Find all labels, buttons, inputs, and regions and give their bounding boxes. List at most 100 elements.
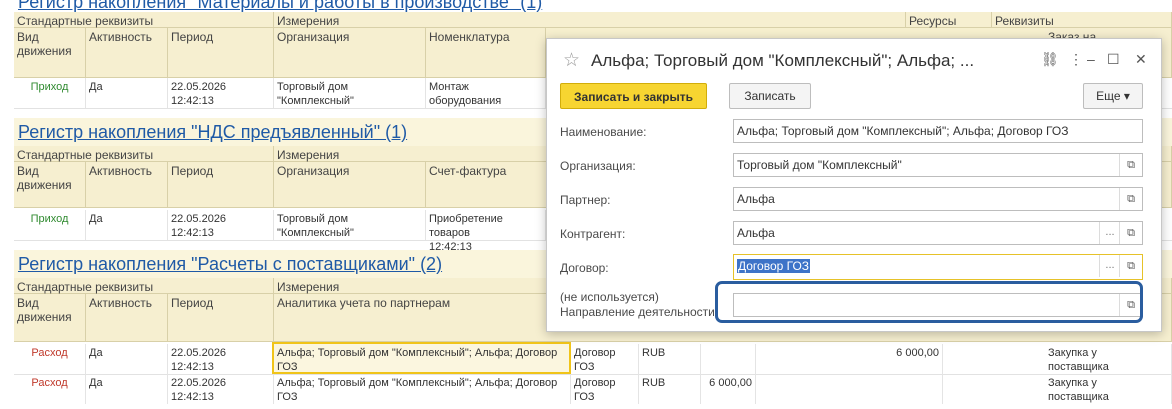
open-icon[interactable]: ⧉: [1119, 222, 1142, 244]
col-period: Период: [168, 28, 274, 78]
row-amount: [701, 344, 756, 374]
purpose-line1: Закупка у: [1048, 347, 1097, 359]
partner-field[interactable]: Альфа ⧉: [733, 187, 1143, 211]
partner-label: Партнер:: [560, 193, 611, 207]
row-currency: RUB: [639, 374, 701, 404]
row-time: 12:42:13: [171, 227, 214, 239]
row-active: Да: [86, 210, 168, 240]
row-kind: Приход: [14, 78, 86, 108]
select-dots-icon[interactable]: ...: [1099, 222, 1120, 244]
org-line1: Торговый дом: [277, 213, 349, 225]
row-active: Да: [86, 374, 168, 404]
favorite-star-icon[interactable]: ☆: [563, 49, 580, 72]
row-invoice: Приобретение товаров 12:42:13: [426, 210, 546, 253]
analytics-line2: ГОЗ: [277, 391, 298, 403]
name-field[interactable]: Альфа; Торговый дом "Комплексный"; Альфа…: [733, 119, 1143, 143]
open-icon[interactable]: ⧉: [1119, 255, 1142, 277]
minimize-icon[interactable]: –: [1087, 51, 1095, 67]
row-kind: Расход: [14, 374, 86, 404]
highlight-outline: [715, 281, 1143, 323]
group-standard: Стандартные реквизиты: [14, 12, 274, 28]
row-kind: Расход: [14, 344, 86, 374]
item-line2: оборудования: [429, 95, 502, 107]
name-label: Наименование:: [560, 125, 647, 139]
dialog-title: Альфа; Торговый дом "Комплексный"; Альфа…: [591, 51, 975, 70]
save-and-close-button[interactable]: Записать и закрыть: [560, 83, 707, 109]
register-title-suppliers[interactable]: Регистр накопления "Расчеты с поставщика…: [18, 254, 442, 275]
maximize-icon[interactable]: ☐: [1107, 51, 1120, 68]
col-period: Период: [168, 162, 274, 208]
select-dots-icon[interactable]: ...: [1099, 255, 1120, 277]
org-line2: "Комплексный": [277, 95, 354, 107]
link-icon[interactable]: ⛓: [1041, 51, 1059, 68]
register-title-vat[interactable]: Регистр накопления "НДС предъявленный" (…: [18, 122, 407, 143]
row-period: 22.05.2026 12:42:13: [168, 210, 274, 240]
row-time: 12:42:13: [171, 391, 214, 403]
row-date: 22.05.2026: [171, 377, 227, 389]
row-time: 12:42:13: [171, 95, 214, 107]
col-activity: Активность: [86, 294, 168, 342]
row-contract: Договор ГОЗ: [571, 344, 639, 374]
group-dimensions: Измерения: [274, 12, 906, 28]
row-amount: 6 000,00: [701, 374, 756, 404]
more-label: Еще: [1096, 89, 1121, 103]
save-button[interactable]: Записать: [729, 83, 811, 109]
row-time: 12:42:13: [171, 361, 214, 373]
group-standard: Стандартные реквизиты: [14, 278, 274, 294]
row-amount-2: 6 000,00: [756, 344, 943, 374]
more-button[interactable]: Еще ▾: [1083, 83, 1143, 109]
row-contract: Договор ГОЗ: [571, 374, 639, 404]
close-icon[interactable]: ✕: [1135, 51, 1147, 68]
name-value: Альфа; Торговый дом "Комплексный"; Альфа…: [737, 124, 1069, 138]
analytics-line1: Альфа; Торговый дом "Комплексный"; Альфа…: [277, 377, 558, 389]
chevron-down-icon: ▾: [1123, 89, 1130, 103]
row-organization: Торговый дом "Комплексный": [274, 78, 426, 108]
group-requisites: Реквизиты: [992, 12, 1172, 28]
col-movement-kind: Вид движения: [14, 162, 86, 208]
purpose-line1: Закупка у: [1048, 377, 1097, 389]
row-nomenclature: Монтаж оборудования: [426, 78, 546, 108]
contract-label: Договор:: [560, 261, 609, 275]
row-date: 22.05.2026: [171, 347, 227, 359]
more-menu-icon[interactable]: ⋮: [1069, 51, 1083, 68]
row-purpose: Закупка у поставщика: [1045, 374, 1172, 404]
analytics-line2: ГОЗ: [277, 361, 298, 373]
selected-analytics-cell[interactable]: Альфа; Торговый дом "Комплексный"; Альфа…: [272, 342, 571, 374]
row-active: Да: [86, 78, 168, 108]
row-period: 22.05.2026 12:42:13: [168, 344, 274, 374]
row-period: 22.05.2026 12:42:13: [168, 374, 274, 404]
analytics-line1: Альфа; Торговый дом "Комплексный"; Альфа…: [277, 347, 558, 359]
row-date: 22.05.2026: [171, 81, 227, 93]
invoice-line1: Приобретение товаров: [429, 213, 503, 239]
contractor-field[interactable]: Альфа... ⧉: [733, 221, 1143, 245]
contract-line1: Договор: [574, 377, 616, 389]
contractor-value: Альфа: [737, 226, 775, 240]
organization-field[interactable]: Торговый дом "Комплексный" ⧉: [733, 153, 1143, 177]
col-activity: Активность: [86, 162, 168, 208]
purpose-line2: поставщика: [1048, 391, 1109, 403]
organization-label: Организация:: [560, 159, 636, 173]
col-movement-kind: Вид движения: [14, 28, 86, 78]
organization-value: Торговый дом "Комплексный": [737, 158, 902, 172]
col-activity: Активность: [86, 28, 168, 78]
row-amount-2: [756, 374, 943, 404]
col-nomenclature: Номенклатура: [426, 28, 546, 78]
col-organization: Организация: [274, 162, 426, 208]
row-organization: Торговый дом "Комплексный": [274, 210, 426, 240]
col-organization: Организация: [274, 28, 426, 78]
col-movement-kind: Вид движения: [14, 294, 86, 342]
row-active: Да: [86, 344, 168, 374]
col-period: Период: [168, 294, 274, 342]
open-icon[interactable]: ⧉: [1119, 154, 1142, 176]
group-resources: Ресурсы: [906, 12, 992, 28]
direction-label-unused: (не используется): [560, 290, 659, 304]
purpose-line2: поставщика: [1048, 361, 1109, 373]
row-date: 22.05.2026: [171, 213, 227, 225]
contract-line2: ГОЗ: [574, 361, 595, 373]
open-icon[interactable]: ⧉: [1119, 188, 1142, 210]
direction-label: Направление деятельности:: [560, 305, 719, 319]
partner-value: Альфа: [737, 192, 775, 206]
contract-field[interactable]: Договор ГОЗ... ⧉: [733, 254, 1143, 280]
row-period: 22.05.2026 12:42:13: [168, 78, 274, 108]
contract-line2: ГОЗ: [574, 391, 595, 403]
